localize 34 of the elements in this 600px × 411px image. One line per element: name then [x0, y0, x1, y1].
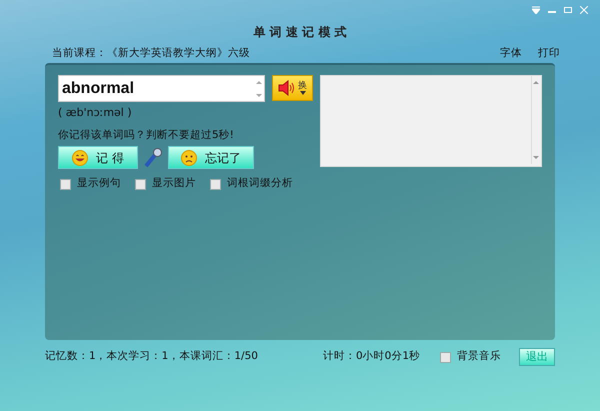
checkbox-option[interactable]: 显示例句	[60, 176, 121, 192]
option-label: 显示图片	[152, 176, 196, 192]
smiley-icon	[72, 150, 88, 166]
checkbox-option[interactable]: 词根词缀分析	[210, 176, 293, 192]
microphone-icon[interactable]	[143, 146, 163, 169]
timer-text: 计时：0小时0分1秒	[322, 349, 420, 364]
word-text: abnormal	[62, 78, 134, 98]
menu-link[interactable]: 字体	[500, 46, 522, 62]
remember-button[interactable]: 记 得	[58, 146, 138, 170]
sad-face-icon	[181, 150, 197, 166]
option-label: 背景音乐	[457, 349, 501, 364]
word-field[interactable]: abnormal	[58, 75, 265, 102]
speaker-button[interactable]: 换	[272, 75, 313, 101]
window-title: 单 词 速 记 模 式	[254, 24, 346, 41]
checkbox-option[interactable]: 显示图片	[135, 176, 196, 192]
scroll-arrows-icon	[256, 78, 262, 98]
checkbox[interactable]	[60, 178, 71, 190]
phonetic-text: ( æb'nɔːməl )	[58, 105, 133, 121]
course-label: 当前课程：《新大学英语教学大纲》六级	[52, 46, 250, 62]
dropdown-icon[interactable]	[532, 6, 540, 14]
checkbox[interactable]	[440, 352, 451, 362]
checkbox[interactable]	[210, 178, 221, 190]
caret-icon	[300, 90, 306, 94]
close-icon[interactable]	[580, 6, 588, 14]
study-stats-text: 记忆数：1，本次学习：1，本课词汇：1/50	[45, 349, 258, 364]
forgot-button[interactable]: 忘记了	[168, 146, 254, 170]
maximize-icon[interactable]	[564, 6, 572, 14]
prompt-text: 你记得该单词吗？判断不要超过5秒!	[58, 128, 235, 142]
speaker-icon	[278, 80, 296, 96]
menu-link[interactable]: 打印	[538, 46, 560, 62]
checkbox[interactable]	[135, 178, 146, 190]
option-label: 显示例句	[77, 176, 121, 192]
option-label: 词根词缀分析	[227, 176, 293, 192]
checkbox-option[interactable]: 背景音乐	[440, 349, 501, 365]
